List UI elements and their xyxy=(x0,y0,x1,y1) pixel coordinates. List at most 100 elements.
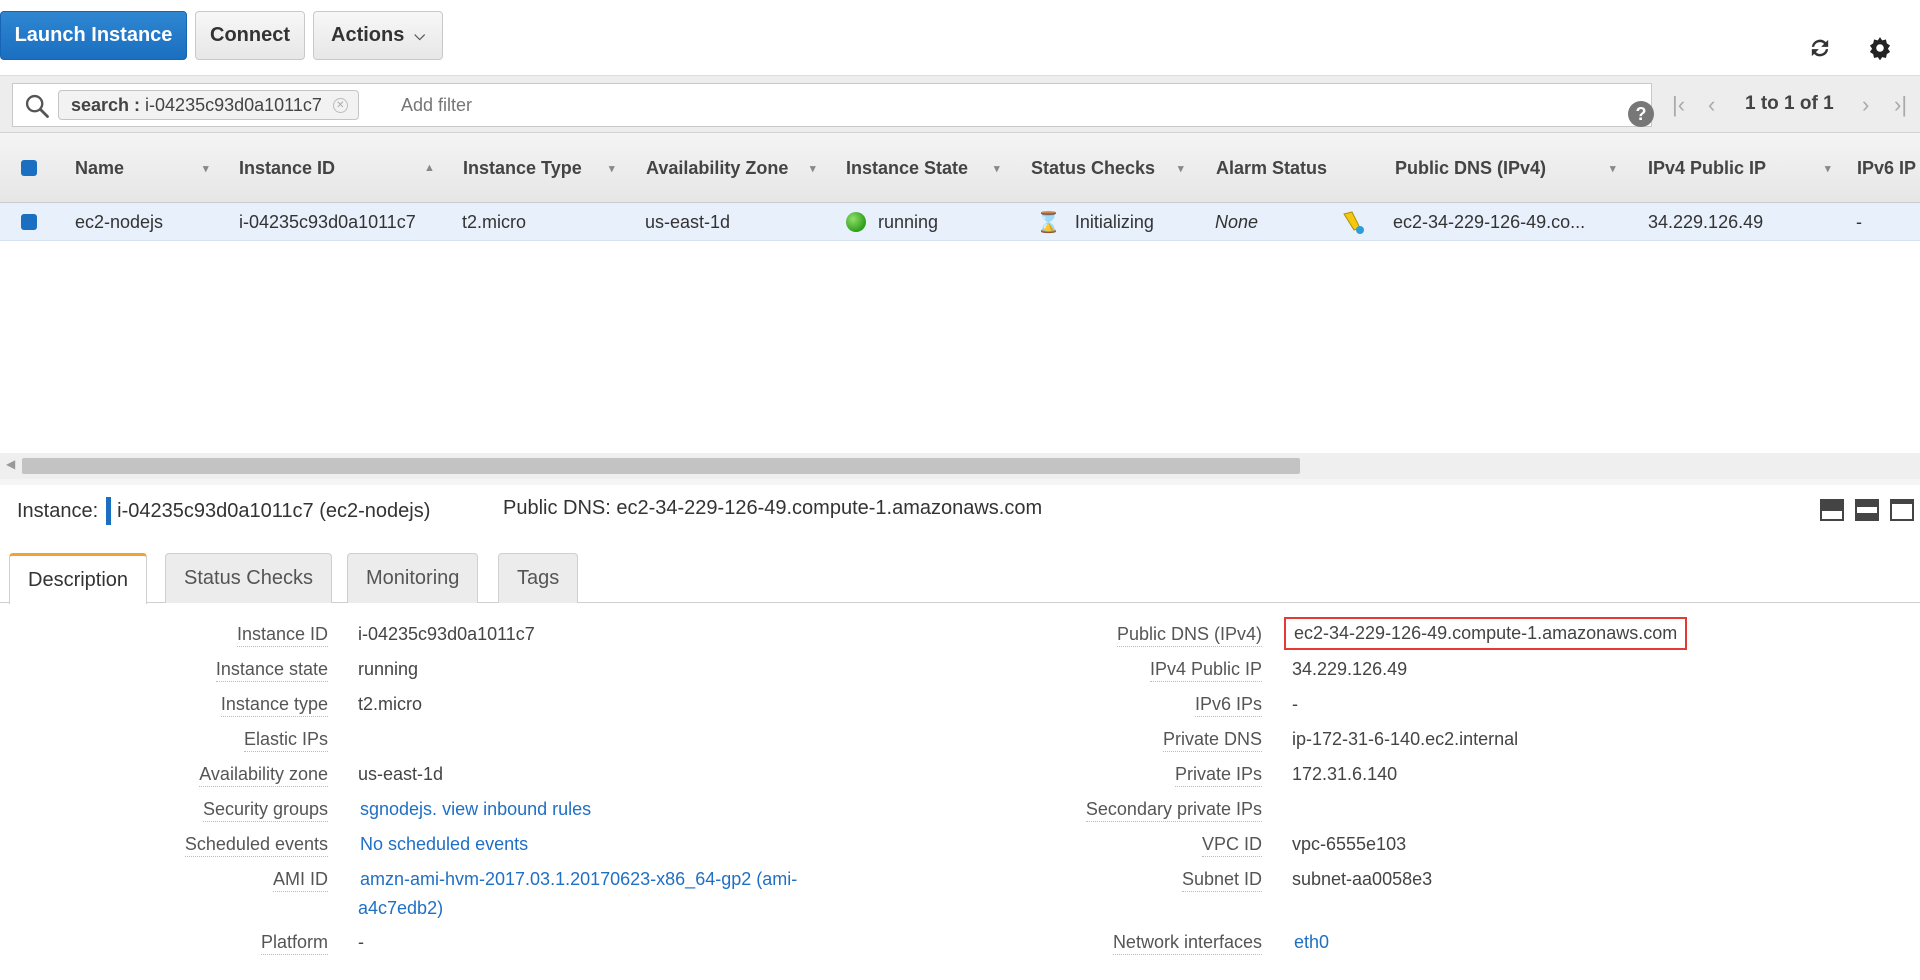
column-header-ipv4-public-ip[interactable]: IPv4 Public IP ▾ xyxy=(1648,133,1838,203)
column-header-name[interactable]: Name ▾ xyxy=(75,133,215,203)
column-label: IPv6 IP xyxy=(1857,157,1917,178)
cell-public-dns: ec2-34-229-126-49.co... xyxy=(1393,211,1586,232)
value-vpc-id: vpc-6555e103 xyxy=(1292,834,1407,854)
filter-token[interactable]: search : i-04235c93d0a1011c7 ✕ xyxy=(58,90,359,120)
cell-ipv4-public-ip: 34.229.126.49 xyxy=(1648,211,1764,232)
layout-top-pane-icon[interactable] xyxy=(1890,499,1914,521)
view-inbound-rules-link[interactable]: view inbound rules xyxy=(442,799,591,819)
label-platform: Platform xyxy=(260,932,328,955)
column-header-ipv6-ip[interactable]: IPv6 IP xyxy=(1857,133,1920,203)
label-ami-id: AMI ID xyxy=(272,869,328,892)
ami-id-link[interactable]: amzn-ami-hvm-2017.03.1.20170623-x86_64-g… xyxy=(360,869,797,890)
select-all-checkbox[interactable] xyxy=(21,160,37,176)
first-page-icon[interactable]: |‹ xyxy=(1672,92,1685,118)
column-header-instance-id[interactable]: Instance ID ▲ xyxy=(239,133,439,203)
column-label: Availability Zone xyxy=(646,157,789,178)
grid-empty-area xyxy=(0,241,1920,453)
label-scheduled-events: Scheduled events xyxy=(184,834,328,857)
value-public-dns: ec2-34-229-126-49.compute-1.amazonaws.co… xyxy=(1284,617,1688,650)
launch-instance-label: Launch Instance xyxy=(14,24,173,46)
connect-button[interactable]: Connect xyxy=(195,11,305,60)
help-icon[interactable]: ? xyxy=(1628,101,1654,127)
instance-label: Instance: xyxy=(17,499,99,522)
sort-icon: ▾ xyxy=(203,162,209,175)
column-header-availability-zone[interactable]: Availability Zone ▾ xyxy=(646,133,826,203)
value-platform: - xyxy=(358,932,364,952)
tab-label: Tags xyxy=(517,567,560,589)
column-header-instance-state[interactable]: Instance State ▾ xyxy=(846,133,1016,203)
cell-availability-zone: us-east-1d xyxy=(645,211,731,232)
cell-name: ec2-nodejs xyxy=(75,211,164,232)
column-header-status-checks[interactable]: Status Checks ▾ xyxy=(1031,133,1191,203)
create-alarm-icon[interactable] xyxy=(1338,203,1368,241)
value-ipv6-ips: - xyxy=(1292,694,1298,714)
scrollbar-thumb[interactable] xyxy=(22,458,1300,474)
page-info: 1 to 1 of 1 xyxy=(1745,93,1834,114)
column-label: Alarm Status xyxy=(1216,157,1328,178)
sort-icon: ▾ xyxy=(1610,162,1616,175)
sort-icon: ▾ xyxy=(609,162,615,175)
selection-marker xyxy=(106,497,112,525)
instance-value: i-04235c93d0a1011c7 (ec2-nodejs) xyxy=(117,499,431,522)
cell-status-checks: ⌛ Initializing xyxy=(1036,203,1154,241)
prev-page-icon[interactable]: ‹ xyxy=(1708,92,1715,118)
column-header-alarm-status[interactable]: Alarm Status xyxy=(1216,133,1366,203)
label-secondary-private-ips: Secondary private IPs xyxy=(1085,799,1262,822)
label-vpc-id: VPC ID xyxy=(1201,834,1262,857)
tab-description[interactable]: Description xyxy=(9,553,148,604)
ami-id-link-continued[interactable]: a4c7edb2) xyxy=(358,898,443,919)
grid-header: Name ▾ Instance ID ▲ Instance Type ▾ Ava… xyxy=(0,133,1920,203)
filter-box[interactable]: search : i-04235c93d0a1011c7 ✕ ? xyxy=(12,83,1654,127)
tab-status-checks[interactable]: Status Checks xyxy=(165,553,332,603)
label-instance-id: Instance ID xyxy=(236,624,328,647)
sort-ascending-icon: ▲ xyxy=(424,162,435,174)
label-ipv6-ips: IPv6 IPs xyxy=(1194,694,1262,717)
cell-ipv6-ip: - xyxy=(1856,211,1862,232)
label-subnet-id: Subnet ID xyxy=(1181,869,1262,892)
layout-split-pane-icon[interactable] xyxy=(1855,499,1879,521)
scheduled-events-link[interactable]: No scheduled events xyxy=(360,834,528,855)
gear-icon[interactable] xyxy=(1864,32,1896,64)
network-interface-link[interactable]: eth0 xyxy=(1294,932,1329,953)
detail-public-dns-heading: Public DNS: ec2-34-229-126-49.compute-1.… xyxy=(503,497,1043,519)
tab-label: Monitoring xyxy=(366,567,460,589)
cell-instance-type: t2.micro xyxy=(462,211,527,232)
hourglass-icon: ⌛ xyxy=(1036,211,1061,234)
toolbar: Launch Instance Connect Actions ⌵ xyxy=(0,0,1920,75)
row-checkbox[interactable] xyxy=(21,214,37,230)
tab-label: Status Checks xyxy=(184,567,313,589)
column-label: IPv4 Public IP xyxy=(1648,157,1767,178)
next-page-icon[interactable]: › xyxy=(1862,92,1869,118)
sort-icon: ▾ xyxy=(1178,162,1184,175)
label-instance-state: Instance state xyxy=(215,659,328,682)
pane-splitter[interactable] xyxy=(0,479,1920,485)
status-checks-text: Initializing xyxy=(1074,211,1154,232)
actions-button[interactable]: Actions ⌵ xyxy=(313,11,443,60)
column-label: Name xyxy=(75,157,125,178)
filter-token-key: search : xyxy=(71,94,141,115)
column-label: Status Checks xyxy=(1031,157,1156,178)
launch-instance-button[interactable]: Launch Instance xyxy=(0,11,187,60)
connect-label: Connect xyxy=(210,24,290,46)
column-label: Instance ID xyxy=(239,157,336,178)
value-private-dns: ip-172-31-6-140.ec2.internal xyxy=(1292,729,1519,749)
add-filter-input[interactable] xyxy=(401,92,901,118)
label-instance-type: Instance type xyxy=(220,694,328,717)
column-header-public-dns[interactable]: Public DNS (IPv4) ▾ xyxy=(1395,133,1625,203)
scroll-left-icon[interactable]: ◀ xyxy=(6,457,15,471)
table-row[interactable]: ec2-nodejs i-04235c93d0a1011c7 t2.micro … xyxy=(0,203,1920,241)
column-label: Public DNS (IPv4) xyxy=(1395,157,1547,178)
last-page-icon[interactable]: ›| xyxy=(1894,92,1907,118)
tab-tags[interactable]: Tags xyxy=(498,553,579,603)
column-header-instance-type[interactable]: Instance Type ▾ xyxy=(463,133,623,203)
value-instance-type: t2.micro xyxy=(358,694,423,714)
cell-alarm-status: None xyxy=(1215,211,1259,232)
tab-monitoring[interactable]: Monitoring xyxy=(347,553,479,603)
security-group-link[interactable]: sgnodejs. xyxy=(360,799,437,819)
search-icon xyxy=(25,94,49,118)
cell-instance-state: running xyxy=(846,203,938,241)
horizontal-scrollbar[interactable]: ◀ xyxy=(0,453,1920,479)
refresh-icon[interactable] xyxy=(1804,32,1836,64)
layout-bottom-pane-icon[interactable] xyxy=(1820,499,1844,521)
remove-filter-icon[interactable]: ✕ xyxy=(332,98,348,113)
